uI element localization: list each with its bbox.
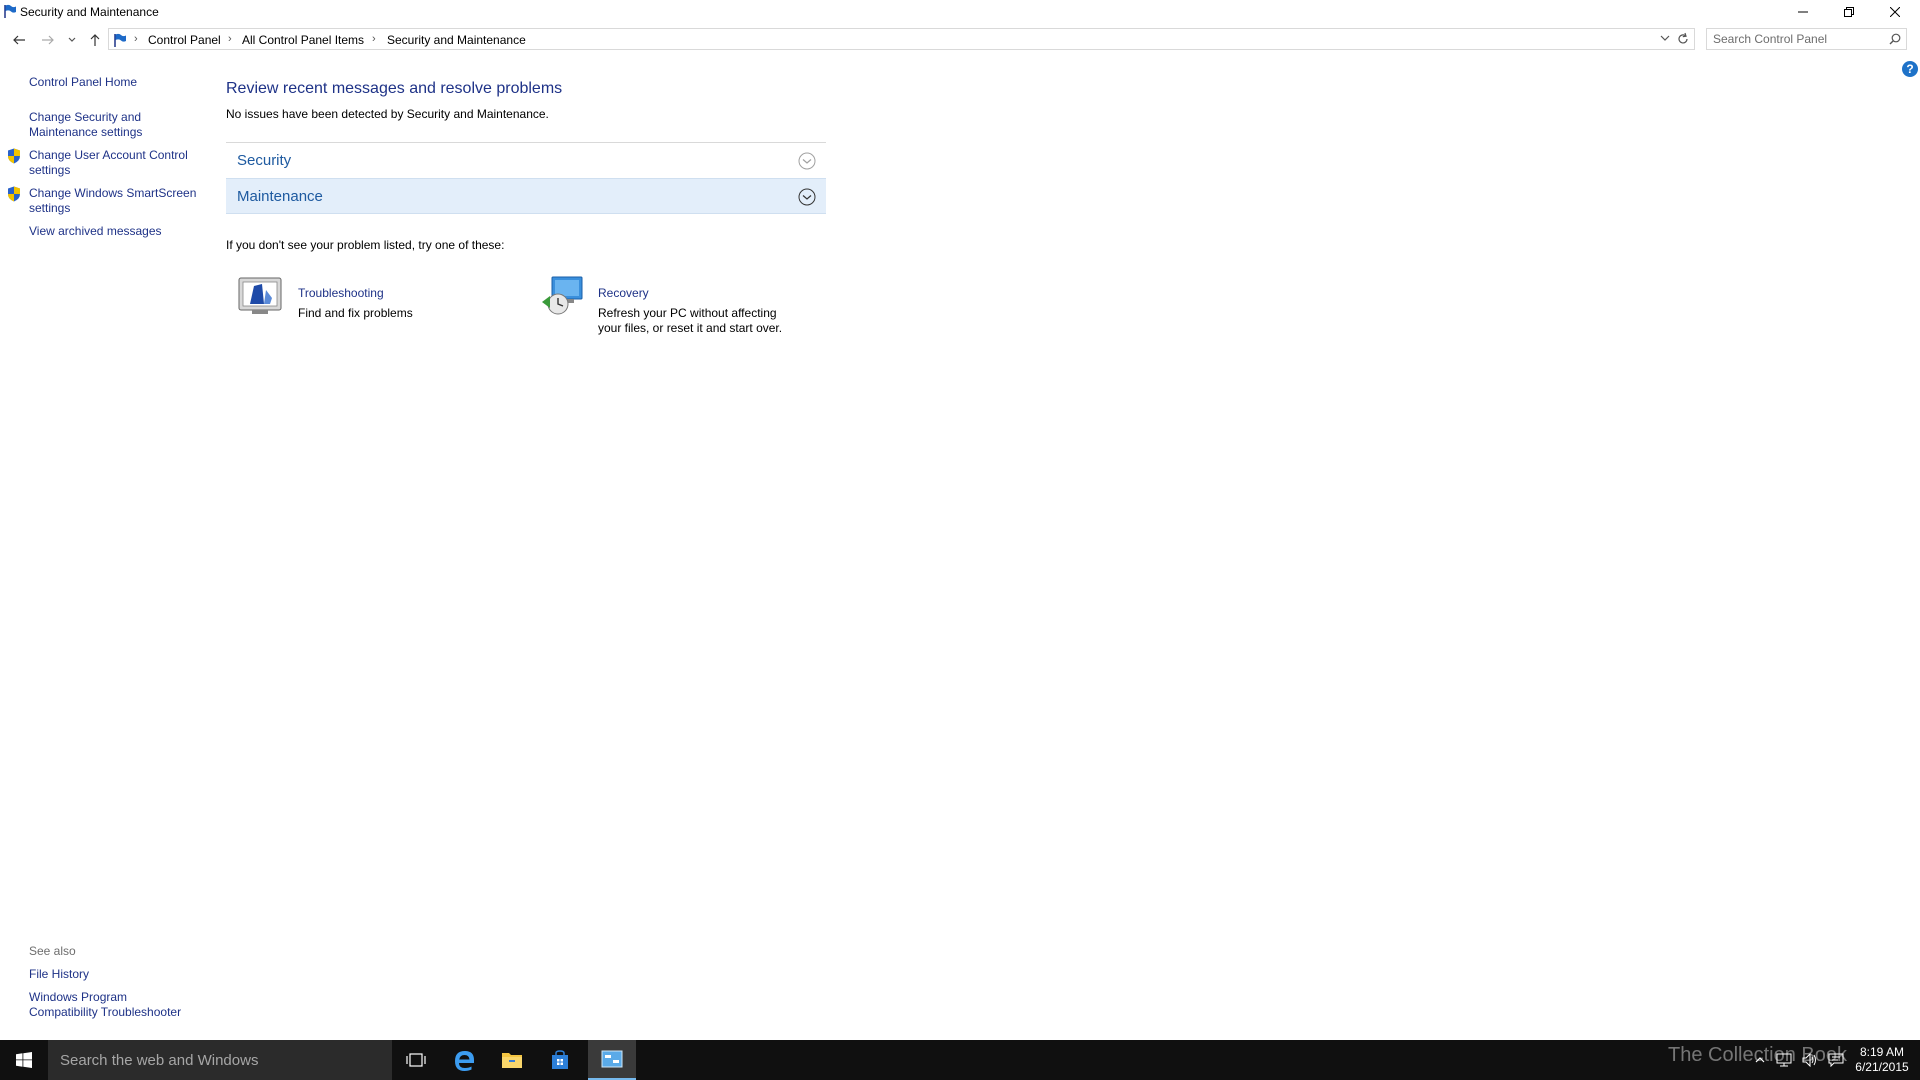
security-section-label: Security <box>237 152 292 169</box>
control-panel-home-link[interactable]: Control Panel Home <box>29 75 199 90</box>
expand-chevron-icon[interactable] <box>798 152 816 170</box>
forward-arrow-icon <box>42 35 54 45</box>
chevron-up-icon <box>1755 1057 1765 1063</box>
forward-button[interactable] <box>38 30 58 50</box>
troubleshooting-description: Find and fix problems <box>298 306 413 320</box>
volume-button[interactable] <box>1798 1040 1822 1080</box>
refresh-icon[interactable] <box>1676 32 1690 46</box>
troubleshooting-icon <box>238 277 282 314</box>
control-panel-icon <box>601 1050 623 1068</box>
try-these-text: If you don't see your problem listed, tr… <box>226 238 505 252</box>
taskbar-clock[interactable]: 8:19 AM 6/21/2015 <box>1852 1045 1912 1075</box>
title-bar: Security and Maintenance <box>0 0 1920 24</box>
change-uac-settings-link[interactable]: Change User Account Control settings <box>29 148 199 178</box>
clock-date: 6/21/2015 <box>1855 1060 1909 1074</box>
breadcrumb-security-maintenance[interactable]: Security and Maintenance <box>387 33 526 47</box>
file-explorer-button[interactable] <box>488 1040 536 1080</box>
view-archived-messages-link[interactable]: View archived messages <box>29 224 199 239</box>
search-input[interactable] <box>1713 31 1883 47</box>
store-button[interactable] <box>536 1040 584 1080</box>
network-icon <box>1776 1053 1792 1067</box>
expand-chevron-icon[interactable] <box>798 188 816 206</box>
search-box[interactable] <box>1706 28 1907 50</box>
back-arrow-icon <box>13 35 25 45</box>
help-icon[interactable]: ? <box>1902 61 1918 77</box>
recovery-link[interactable]: Recovery <box>598 286 649 300</box>
security-flag-icon <box>4 4 16 18</box>
minimize-button[interactable] <box>1780 0 1826 24</box>
taskbar-search-text: Search the web and Windows <box>60 1052 259 1069</box>
status-message: No issues have been detected by Security… <box>226 107 549 121</box>
maintenance-section-label: Maintenance <box>237 188 323 205</box>
maintenance-section-header[interactable]: Maintenance <box>226 178 826 214</box>
task-view-icon <box>406 1053 426 1067</box>
taskbar-search-box[interactable]: Search the web and Windows <box>48 1040 392 1080</box>
network-button[interactable] <box>1772 1040 1796 1080</box>
control-panel-taskbar-button[interactable] <box>588 1040 636 1080</box>
change-smartscreen-settings-link[interactable]: Change Windows SmartScreen settings <box>29 186 199 216</box>
up-arrow-icon <box>90 34 100 46</box>
folder-icon <box>502 1053 522 1068</box>
address-dropdown-icon[interactable] <box>1660 33 1670 43</box>
breadcrumb-separator-icon[interactable]: › <box>372 33 376 45</box>
window-title: Security and Maintenance <box>20 5 159 19</box>
compatibility-troubleshooter-link[interactable]: Windows Program Compatibility Troublesho… <box>29 990 199 1020</box>
breadcrumb-control-panel[interactable]: Control Panel <box>148 33 221 47</box>
windows-logo-icon <box>16 1052 32 1068</box>
clock-time: 8:19 AM <box>1859 1045 1905 1059</box>
security-flag-icon <box>114 33 126 47</box>
show-hidden-icons-button[interactable] <box>1750 1040 1770 1080</box>
uac-shield-icon <box>8 148 20 164</box>
action-center-button[interactable] <box>1824 1040 1848 1080</box>
back-button[interactable] <box>9 30 29 50</box>
file-history-link[interactable]: File History <box>29 967 199 982</box>
start-button[interactable] <box>0 1040 48 1080</box>
search-icon[interactable] <box>1889 33 1901 45</box>
edge-browser-button[interactable] <box>440 1040 488 1080</box>
store-icon <box>552 1050 568 1069</box>
see-also-heading: See also <box>29 944 76 958</box>
recovery-icon <box>542 276 583 315</box>
security-section-header[interactable]: Security <box>226 142 826 178</box>
close-icon <box>1890 7 1900 17</box>
task-view-button[interactable] <box>392 1040 440 1080</box>
recent-locations-button[interactable] <box>62 30 82 50</box>
address-bar[interactable]: › Control Panel › All Control Panel Item… <box>108 28 1695 50</box>
troubleshooting-link[interactable]: Troubleshooting <box>298 286 384 300</box>
taskbar: Search the web and Windows The Collectio… <box>0 1040 1920 1080</box>
change-security-maintenance-link[interactable]: Change Security and Maintenance settings <box>29 110 199 140</box>
breadcrumb-separator-icon[interactable]: › <box>228 33 232 45</box>
edge-icon <box>455 1051 474 1071</box>
minimize-icon <box>1798 11 1808 13</box>
breadcrumb-separator-icon: › <box>134 33 138 45</box>
close-button[interactable] <box>1872 0 1918 24</box>
action-center-icon <box>1828 1053 1844 1067</box>
volume-icon <box>1802 1053 1816 1067</box>
restore-button[interactable] <box>1826 0 1872 24</box>
navigation-bar: › Control Panel › All Control Panel Item… <box>0 26 1920 54</box>
page-title: Review recent messages and resolve probl… <box>226 80 563 97</box>
restore-icon <box>1844 7 1854 17</box>
chevron-down-icon <box>68 37 76 42</box>
uac-shield-icon <box>8 186 20 202</box>
recovery-description: Refresh your PC without affecting your f… <box>598 306 783 335</box>
breadcrumb-all-items[interactable]: All Control Panel Items <box>242 33 364 47</box>
up-button[interactable] <box>85 30 105 50</box>
